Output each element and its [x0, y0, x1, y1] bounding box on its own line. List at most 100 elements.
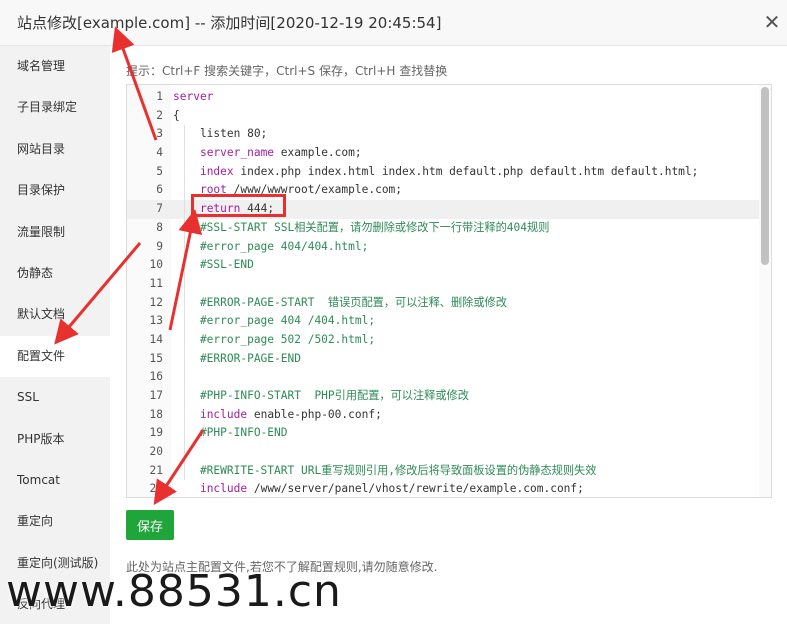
editor-scrollbar[interactable]: [759, 85, 771, 497]
editor-scrollbar-thumb[interactable]: [761, 87, 769, 265]
dialog-title: 站点修改[example.com] -- 添加时间[2020-12-19 20:…: [17, 14, 442, 32]
code-comment: #ERROR-PAGE-START 错误页配置，可以注释、删除或修改: [173, 295, 507, 309]
line-number: 18: [149, 407, 163, 421]
line-number: 1: [156, 90, 163, 103]
code-text: root /www/wwwroot/example.com;: [173, 181, 402, 200]
line-number: 17: [149, 389, 163, 402]
watermark-text: www.88531.cn: [6, 566, 342, 617]
code-line[interactable]: 11: [127, 274, 761, 294]
sidebar-menu: 域名管理 子目录绑定 网站目录 目录保护 流量限制 伪静态 默认文档 配置文件 SSL PHP版本…: [0, 46, 110, 624]
code-text: server: [173, 88, 213, 107]
line-number: 16: [149, 370, 163, 384]
code-comment: #SSL-START SSL相关配置，请勿删除或修改下一行带注释的404规则: [173, 220, 550, 234]
code-token: {: [173, 108, 180, 122]
line-number: 21: [149, 463, 163, 477]
code-line[interactable]: 5 index index.php index.html index.htm d…: [127, 162, 761, 182]
code-line[interactable]: 9 #error_page 404/404.html;: [127, 237, 761, 257]
code-keyword: root: [199, 183, 227, 197]
code-line[interactable]: 18 include enable-php-00.conf;: [127, 405, 761, 425]
code-line[interactable]: 2{: [127, 107, 761, 126]
save-button[interactable]: 保存: [126, 510, 174, 540]
code-text: return 444;: [173, 200, 274, 219]
code-lines: 1 server 2{3 listen 80; 4 server_name examp…: [127, 85, 761, 497]
code-line[interactable]: 13 #error_page 404 /404.html;: [127, 312, 761, 331]
line-number: 15: [149, 351, 163, 365]
line-number: 20: [149, 445, 163, 459]
sidebar-item[interactable]: 默认文档: [0, 294, 110, 335]
code-line[interactable]: 19 #PHP-INFO-END: [127, 424, 761, 444]
close-icon[interactable]: ✕: [761, 10, 783, 34]
code-line[interactable]: 4 server_name example.com;: [127, 144, 761, 163]
line-number: 8: [156, 220, 163, 234]
config-code-editor[interactable]: 1 server 2{3 listen 80; 4 server_name examp…: [126, 84, 772, 498]
code-text: #error_page 404/404.html;: [173, 238, 368, 257]
line-number: 6: [156, 183, 163, 197]
sidebar-item[interactable]: PHP版本: [0, 419, 110, 460]
code-text: #ERROR-PAGE-START 错误页配置，可以注释、删除或修改: [173, 294, 507, 313]
code-line[interactable]: 3 listen 80;: [127, 125, 761, 145]
sidebar-item[interactable]: 配置文件: [0, 335, 110, 378]
line-number: 5: [156, 164, 163, 178]
code-text: include /www/server/panel/vhost/rewrite/…: [173, 480, 584, 497]
line-number: 13: [149, 314, 163, 328]
code-keyword: include: [199, 407, 248, 421]
code-text: listen 80;: [173, 125, 267, 144]
code-comment: #error_page 404/404.html;: [173, 239, 369, 253]
line-number: 7: [156, 202, 163, 216]
code-token: enable-php-00.conf;: [247, 407, 382, 421]
editor-shortcut-hint: 提示：Ctrl+F 搜索关键字，Ctrl+S 保存，Ctrl+H 查找替换: [126, 64, 448, 78]
code-comment: #PHP-INFO-END: [173, 426, 288, 440]
code-line[interactable]: 1 server: [127, 88, 761, 107]
sidebar-item[interactable]: Tomcat: [0, 460, 110, 501]
line-number: 19: [149, 426, 163, 440]
sidebar-item[interactable]: 伪静态: [0, 253, 110, 294]
code-line[interactable]: 22 include /www/server/panel/vhost/rewri…: [127, 480, 761, 497]
code-line[interactable]: 6 root /www/wwwroot/example.com;: [127, 181, 761, 201]
indent-guide: [184, 274, 185, 294]
code-token: /www/server/panel/vhost/rewrite/example.…: [247, 482, 584, 496]
sidebar-item[interactable]: 域名管理: [0, 46, 110, 87]
code-keyword: index: [199, 164, 234, 178]
line-number: 10: [149, 258, 163, 272]
code-token: 444;: [240, 202, 275, 216]
code-token: example.com;: [274, 146, 362, 160]
line-number: 3: [156, 127, 163, 141]
code-line[interactable]: 17 #PHP-INFO-START PHP引用配置，可以注释或修改: [127, 387, 761, 406]
code-line[interactable]: 16: [127, 368, 761, 387]
sidebar-item[interactable]: SSL: [0, 377, 110, 418]
code-line[interactable]: 12 #ERROR-PAGE-START 错误页配置，可以注释、删除或修改: [127, 293, 761, 313]
code-line[interactable]: 8 #SSL-START SSL相关配置，请勿删除或修改下一行带注释的404规则: [127, 218, 761, 238]
code-text: #SSL-START SSL相关配置，请勿删除或修改下一行带注释的404规则: [173, 219, 549, 238]
code-line[interactable]: 15 #ERROR-PAGE-END: [127, 349, 761, 369]
code-text: {: [173, 107, 180, 126]
code-line[interactable]: 14 #error_page 502 /502.html;: [127, 330, 761, 350]
sidebar-item[interactable]: 重定向: [0, 501, 110, 542]
code-comment: #ERROR-PAGE-END: [173, 351, 301, 365]
sidebar-item[interactable]: 目录保护: [0, 170, 110, 211]
code-line[interactable]: 20: [127, 443, 761, 462]
sidebar-item[interactable]: 子目录绑定: [0, 87, 110, 128]
code-text: #PHP-INFO-START PHP引用配置，可以注释或修改: [173, 387, 469, 406]
code-keyword: server: [173, 90, 214, 103]
code-keyword: return: [199, 202, 241, 216]
code-text: #REWRITE-START URL重写规则引用,修改后将导致面板设置的伪静态规…: [173, 462, 596, 481]
sidebar-item[interactable]: 流量限制: [0, 212, 110, 253]
code-text: server_name example.com;: [173, 144, 362, 163]
code-token: listen 80;: [173, 127, 268, 141]
line-number: 22: [149, 482, 163, 496]
code-line[interactable]: 21 #REWRITE-START URL重写规则引用,修改后将导致面板设置的伪…: [127, 461, 761, 481]
indent-guide: [184, 443, 185, 462]
code-line[interactable]: 7 return 444;: [127, 200, 761, 219]
code-line[interactable]: 10 #SSL-END: [127, 256, 761, 275]
code-text: #PHP-INFO-END: [173, 424, 288, 443]
code-comment: #PHP-INFO-START PHP引用配置，可以注释或修改: [173, 389, 469, 402]
dialog-titlebar: 站点修改[example.com] -- 添加时间[2020-12-19 20:…: [0, 0, 787, 46]
code-text: #error_page 404 /404.html;: [173, 312, 375, 331]
sidebar-item[interactable]: 网站目录: [0, 129, 110, 170]
